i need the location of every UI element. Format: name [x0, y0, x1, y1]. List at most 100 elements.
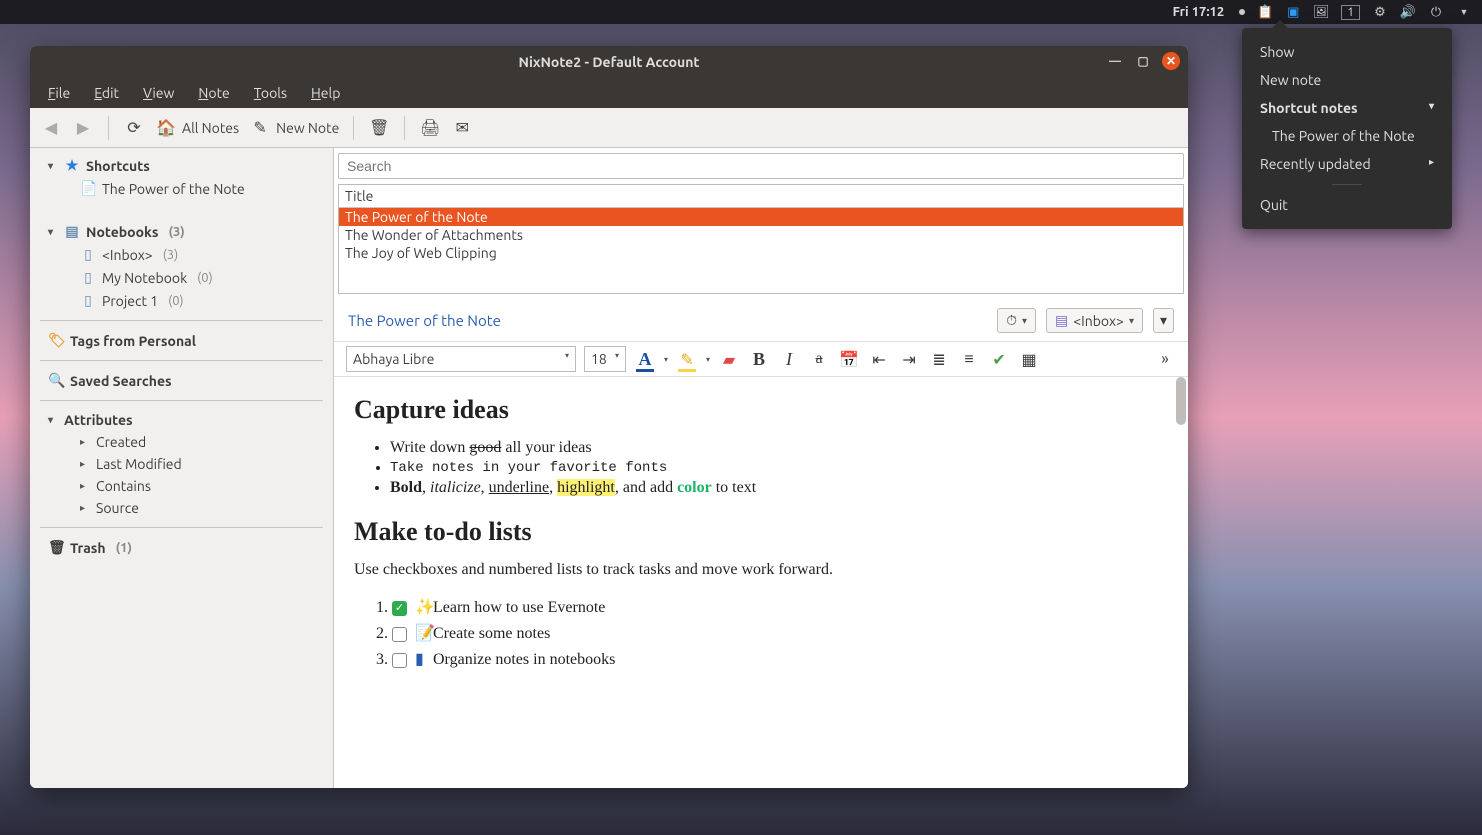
new-note-button[interactable]: ✎New Note: [249, 117, 339, 139]
sidebar-attr-source[interactable]: ▸Source: [30, 497, 333, 519]
sidebar-shortcuts-header[interactable]: ▾ ★ Shortcuts: [30, 154, 333, 177]
tray-menu-show[interactable]: Show: [1242, 38, 1452, 66]
disclosure-triangle-icon: ▾: [48, 160, 58, 172]
sync-button[interactable]: ⟳: [123, 117, 145, 139]
tray-menu-quit[interactable]: Quit: [1242, 191, 1452, 219]
network-tray-icon[interactable]: ⚙: [1372, 4, 1388, 20]
tray-menu-recently-updated[interactable]: Recently updated ▸: [1242, 150, 1452, 178]
menu-note[interactable]: Note: [188, 81, 239, 105]
reminder-button[interactable]: ⏱ ▾: [997, 308, 1036, 333]
main-pane: Title The Power of the Note The Wonder o…: [334, 148, 1188, 788]
menu-file[interactable]: File: [38, 81, 80, 105]
note-title-input[interactable]: The Power of the Note: [348, 312, 987, 329]
indent-button[interactable]: ⇥: [898, 348, 920, 370]
search-input[interactable]: [338, 153, 1184, 179]
arrow-right-icon: ▶: [72, 117, 94, 139]
sidebar-attr-contains[interactable]: ▸Contains: [30, 475, 333, 497]
menu-tools[interactable]: Tools: [244, 81, 297, 105]
bold-button[interactable]: B: [748, 348, 770, 370]
note-more-button[interactable]: ▾: [1153, 308, 1174, 333]
window-minimize-button[interactable]: —: [1106, 52, 1124, 70]
sidebar-tags-header[interactable]: 🏷 Tags from Personal: [30, 329, 333, 352]
nav-back-button[interactable]: ◀: [40, 117, 62, 139]
sidebar-attr-modified[interactable]: ▸Last Modified: [30, 453, 333, 475]
sparkle-icon: ✨: [415, 597, 429, 617]
nixnote-tray-icon[interactable]: ▣: [1285, 4, 1301, 20]
datetime-button[interactable]: 📅: [838, 348, 860, 370]
menu-help[interactable]: Help: [301, 81, 350, 105]
editor-paragraph: Use checkboxes and numbered lists to tra…: [354, 561, 1168, 579]
chevron-down-icon: ▾: [1429, 100, 1434, 112]
system-top-bar: Fri 17:12 📋 ▣ 🖼 1 ⚙ 🔊 ⏻ ▼: [0, 0, 1482, 24]
attr-created-label: Created: [96, 434, 146, 450]
font-size-select[interactable]: 18 ▾: [584, 346, 626, 372]
volume-tray-icon[interactable]: 🔊: [1400, 4, 1416, 20]
menu-view[interactable]: View: [133, 81, 184, 105]
checkbox-icon[interactable]: ✓: [392, 601, 407, 616]
dropdown-tray-icon[interactable]: ▼: [1456, 4, 1472, 20]
sidebar-saved-searches-header[interactable]: 🔍 Saved Searches: [30, 369, 333, 392]
power-tray-icon[interactable]: ⏻: [1428, 4, 1444, 20]
all-notes-button[interactable]: 🏠All Notes: [155, 117, 239, 139]
window-close-button[interactable]: ✕: [1162, 52, 1180, 70]
checkbox-icon[interactable]: [392, 653, 407, 668]
toolbar-separator: [353, 116, 354, 140]
chevron-down-icon: ▾: [706, 355, 710, 364]
sidebar-attributes-header[interactable]: ▾ Attributes: [30, 409, 333, 431]
note-header: The Power of the Note ⏱ ▾ ▤ <Inbox> ▾ ▾: [334, 300, 1188, 341]
note-editor[interactable]: Capture ideas Write down good all your i…: [334, 377, 1188, 788]
notelist-row[interactable]: The Wonder of Attachments: [339, 226, 1183, 244]
sidebar-notebook-inbox[interactable]: ▯ <Inbox> (3): [30, 243, 333, 266]
note-list: Title The Power of the Note The Wonder o…: [338, 184, 1184, 294]
table-button[interactable]: ▦: [1018, 348, 1040, 370]
checkbox-icon[interactable]: [392, 627, 407, 642]
email-button[interactable]: ✉: [451, 117, 473, 139]
scrollbar-thumb[interactable]: [1176, 377, 1186, 425]
workspace-indicator[interactable]: 1: [1341, 5, 1360, 20]
clipboard-tray-icon[interactable]: 📋: [1257, 4, 1273, 20]
sidebar-shortcut-item[interactable]: 📄 The Power of the Note: [30, 177, 333, 200]
nav-forward-button[interactable]: ▶: [72, 117, 94, 139]
spellcheck-button[interactable]: ✔: [988, 348, 1010, 370]
font-family-select[interactable]: Abhaya Libre ▾: [346, 346, 576, 372]
tray-menu-new-note[interactable]: New note: [1242, 66, 1452, 94]
bulleted-list-button[interactable]: ≣: [928, 348, 950, 370]
menu-edit[interactable]: Edit: [84, 81, 129, 105]
editor-heading: Capture ideas: [354, 395, 1168, 425]
disclosure-triangle-icon: ▸: [80, 502, 90, 514]
strikethrough-button[interactable]: a: [808, 348, 830, 370]
sidebar-attr-created[interactable]: ▸Created: [30, 431, 333, 453]
sidebar-notebook-project[interactable]: ▯ Project 1 (0): [30, 289, 333, 312]
eraser-button[interactable]: ▰: [718, 348, 740, 370]
window-maximize-button[interactable]: ▢: [1134, 52, 1152, 70]
sidebar-notebook-my[interactable]: ▯ My Notebook (0): [30, 266, 333, 289]
notelist-row[interactable]: The Joy of Web Clipping: [339, 244, 1183, 262]
sidebar-notebooks-header[interactable]: ▾ ▤ Notebooks (3): [30, 220, 333, 243]
chevron-down-icon: ▾: [565, 351, 569, 367]
italic-button[interactable]: I: [778, 348, 800, 370]
chevron-right-icon: ▸: [1429, 156, 1434, 168]
pencil-icon: 📝: [415, 623, 429, 643]
numbered-list-button[interactable]: ≡: [958, 348, 980, 370]
notebook-selector[interactable]: ▤ <Inbox> ▾: [1046, 308, 1143, 333]
disclosure-triangle-icon: ▾: [48, 226, 58, 238]
highlight-button[interactable]: ✎: [676, 348, 698, 370]
notebooks-count: (3): [168, 225, 184, 239]
tray-recently-updated-label: Recently updated: [1260, 156, 1371, 172]
print-button[interactable]: 🖨: [419, 117, 441, 139]
tray-menu-shortcut-notes[interactable]: Shortcut notes ▾: [1242, 94, 1452, 122]
picture-tray-icon[interactable]: 🖼: [1313, 4, 1329, 20]
tray-menu-shortcut-link[interactable]: The Power of the Note: [1242, 122, 1452, 150]
sidebar-trash-header[interactable]: 🗑 Trash (1): [30, 536, 333, 559]
tray-popup-menu: Show New note Shortcut notes ▾ The Power…: [1242, 28, 1452, 229]
outdent-button[interactable]: ⇤: [868, 348, 890, 370]
font-color-button[interactable]: A: [634, 348, 656, 370]
toolbar-overflow-button[interactable]: »: [1154, 348, 1176, 370]
trash-icon: 🗑: [48, 539, 64, 556]
editor-list-item: Write down good all your ideas: [390, 439, 1168, 457]
delete-button[interactable]: 🗑: [368, 117, 390, 139]
notelist-column-title[interactable]: Title: [339, 185, 1183, 208]
notelist-row[interactable]: The Power of the Note: [339, 208, 1183, 226]
mail-icon: ✉: [451, 117, 473, 139]
sync-icon: ⟳: [123, 117, 145, 139]
